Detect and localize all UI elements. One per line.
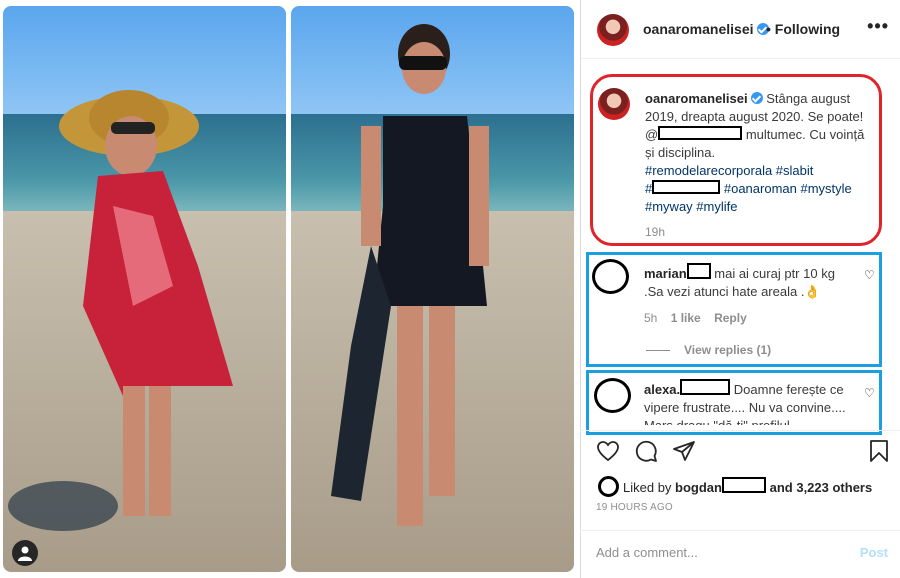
- post-date: 19 HOURS AGO: [596, 502, 673, 513]
- post-button[interactable]: Post: [860, 545, 888, 560]
- caption-time: 19h: [645, 225, 666, 239]
- redacted-mention: [658, 126, 743, 140]
- woman-in-black-dress-figure: [331, 24, 489, 526]
- post-header: oanaromanelisei • Following •••: [581, 0, 900, 59]
- header-username-text[interactable]: oanaromanelisei: [643, 21, 754, 37]
- verified-icon: [750, 92, 763, 104]
- more-icon[interactable]: •••: [867, 16, 889, 37]
- caption-text: oanaromanelisei Stânga august 2019, drea…: [645, 90, 875, 216]
- hashtags-line3[interactable]: #myway #mylife: [645, 199, 737, 214]
- woman-in-sun-hat-figure: [8, 90, 233, 531]
- likes-prefix: Liked by: [623, 480, 672, 495]
- redacted-username: [680, 379, 731, 395]
- header-username[interactable]: oanaromanelisei: [643, 21, 769, 37]
- redacted-username: [686, 263, 711, 279]
- heart-icon[interactable]: [596, 439, 620, 463]
- hashtags-line2[interactable]: #oanaroman #mystyle: [724, 181, 852, 196]
- mention-prefix: @: [645, 127, 659, 142]
- comment-1-user[interactable]: marian: [644, 266, 687, 281]
- comment-1-time: 5h: [644, 311, 658, 325]
- comment-avatar-redacted[interactable]: [594, 378, 631, 413]
- caption-avatar[interactable]: [598, 88, 630, 120]
- comment-2-user[interactable]: alexa.: [644, 382, 680, 397]
- comment-1-likes[interactable]: 1 like: [671, 311, 701, 325]
- action-bar: [580, 430, 900, 467]
- tagged-user-badge[interactable]: [12, 540, 38, 566]
- view-replies-button[interactable]: View replies (1): [646, 343, 771, 357]
- comment-1-meta: 5h 1 like Reply: [644, 311, 757, 325]
- hash-prefix: #: [645, 181, 653, 196]
- caption-username[interactable]: oanaromanelisei: [645, 91, 748, 106]
- comment-heart-icon[interactable]: ♡: [864, 386, 875, 400]
- comment-2-clip: alexa. Doamne ferește ce vipere frustrat…: [640, 378, 860, 425]
- reply-button[interactable]: Reply: [714, 311, 747, 325]
- likes-user[interactable]: bogdan: [675, 480, 722, 495]
- redacted-hashtag: [652, 180, 721, 194]
- share-icon[interactable]: [672, 439, 696, 463]
- follow-status[interactable]: • Following: [766, 21, 840, 37]
- likes-summary: Liked by bogdan and 3,223 others: [598, 476, 872, 497]
- add-comment-bar: Add a comment... Post: [580, 530, 900, 577]
- photo-after: [291, 6, 574, 572]
- comment-icon[interactable]: [634, 439, 658, 463]
- redacted-username: [721, 477, 766, 493]
- user-icon: [18, 546, 32, 561]
- comment-1-text: marian mai ai curaj ptr 10 kg .Sa vezi a…: [644, 263, 854, 301]
- comment-heart-icon[interactable]: ♡: [864, 268, 875, 282]
- hashtags-line1[interactable]: #remodelarecorporala #slabit: [645, 163, 813, 178]
- liker-avatar-redacted: [598, 476, 619, 497]
- comment-avatar-redacted[interactable]: [592, 259, 629, 294]
- likes-suffix[interactable]: and 3,223 others: [770, 480, 873, 495]
- photo-before: [3, 6, 286, 572]
- post-media: [0, 0, 580, 578]
- comment-input[interactable]: Add a comment...: [596, 545, 698, 560]
- bookmark-icon[interactable]: [868, 439, 890, 463]
- comment-2-text: alexa. Doamne ferește ce vipere frustrat…: [644, 379, 856, 425]
- avatar[interactable]: [597, 14, 629, 46]
